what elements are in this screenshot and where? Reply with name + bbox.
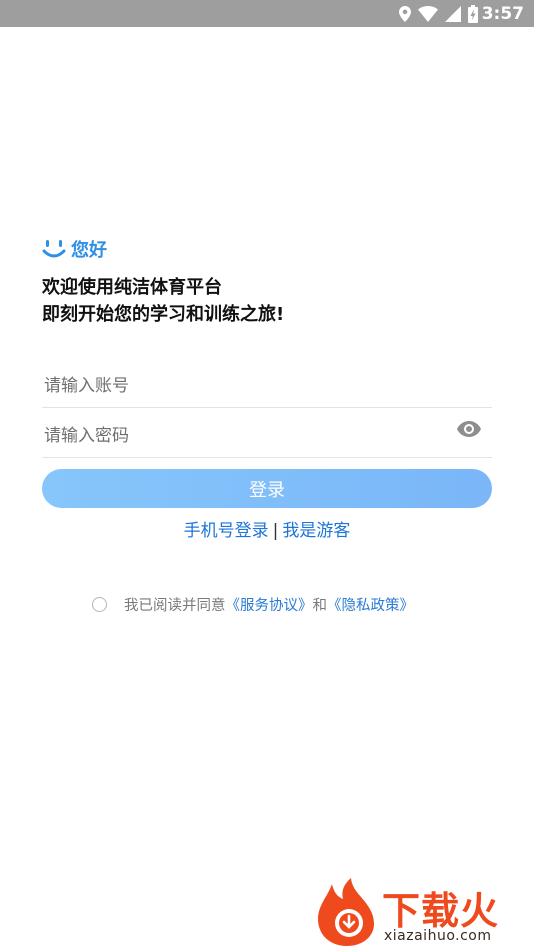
account-input[interactable] [42, 364, 492, 407]
link-separator: | [272, 521, 279, 541]
account-field [42, 364, 492, 408]
eye-icon[interactable] [456, 420, 482, 438]
agreement-radio[interactable] [92, 597, 107, 612]
wifi-icon [417, 5, 438, 22]
greeting: 您好 [42, 236, 107, 262]
agreement-prefix: 我已阅读并同意 [124, 598, 226, 614]
service-agreement-link[interactable]: 《服务协议》 [226, 594, 313, 615]
guest-link[interactable]: 我是游客 [282, 521, 350, 541]
status-bar: 3:57 [0, 0, 534, 27]
watermark-url: xiazaihuo.com [384, 928, 492, 944]
flame-logo-icon [318, 878, 374, 946]
phone-login-link[interactable]: 手机号登录 [184, 521, 269, 541]
password-input[interactable] [42, 414, 492, 457]
login-button[interactable]: 登录 [42, 469, 492, 508]
signal-icon [444, 5, 461, 22]
watermark-logo: 下载火 xiazaihuo.com [314, 878, 530, 948]
welcome-message: 欢迎使用纯洁体育平台 即刻开始您的学习和训练之旅! [42, 274, 284, 328]
watermark-name: 下载火 [382, 889, 500, 933]
status-time: 3:57 [481, 3, 524, 24]
status-icons [398, 4, 478, 23]
greeting-text: 您好 [71, 240, 107, 261]
location-icon [398, 5, 411, 22]
alt-login-links: 手机号登录 | 我是游客 [0, 516, 534, 541]
privacy-policy-link[interactable]: 《隐私政策》 [327, 594, 414, 615]
agreement-conjunction: 和 [312, 598, 328, 614]
agreement: 我已阅读并同意 《服务协议》 和 《隐私政策》 [92, 594, 414, 615]
battery-icon [467, 4, 478, 23]
welcome-line-2: 即刻开始您的学习和训练之旅! [42, 304, 285, 325]
smile-icon [42, 240, 66, 258]
password-field [42, 414, 492, 458]
welcome-line-1: 欢迎使用纯洁体育平台 [42, 277, 222, 298]
login-screen: 3:57 您好 欢迎使用纯洁体育平台 即刻开始您的学习和训练之旅! 登录 手机号… [0, 0, 534, 950]
